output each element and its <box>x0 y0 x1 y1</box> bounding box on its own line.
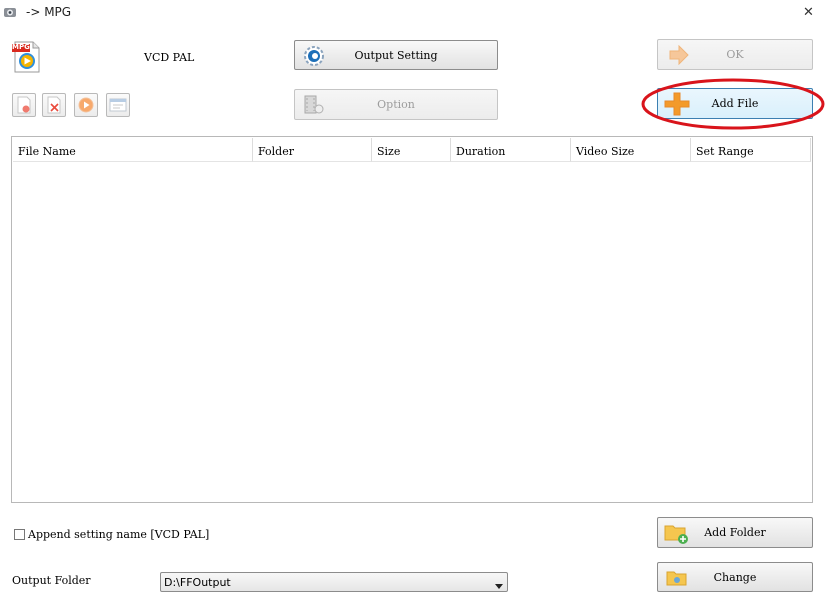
clear-list-icon <box>47 96 61 114</box>
window-title: -> MPG <box>26 5 72 19</box>
mpg-icon-text: MPG <box>12 43 30 51</box>
add-folder-button[interactable]: Add Folder <box>657 517 813 548</box>
column-size[interactable]: Size <box>372 138 451 162</box>
column-video-size[interactable]: Video Size <box>571 138 691 162</box>
column-folder[interactable]: Folder <box>253 138 372 162</box>
column-set-range[interactable]: Set Range <box>691 138 811 162</box>
arrow-right-icon <box>668 44 690 68</box>
option-label: Option <box>377 98 415 111</box>
remove-file-icon <box>17 96 31 114</box>
add-folder-icon <box>664 521 690 548</box>
close-icon[interactable]: ✕ <box>803 5 814 20</box>
output-folder-value: D:\FFOutput <box>164 576 231 589</box>
append-setting-checkbox[interactable] <box>14 529 25 540</box>
output-setting-button[interactable]: Output Setting <box>294 40 498 70</box>
file-list[interactable]: File Name Folder Size Duration Video Siz… <box>11 136 813 503</box>
output-setting-label: Output Setting <box>354 48 438 62</box>
output-folder-select[interactable]: D:\FFOutput <box>160 572 508 592</box>
format-label: VCD PAL <box>144 51 195 64</box>
change-button[interactable]: Change <box>657 562 813 592</box>
highlight-ellipse <box>640 77 825 134</box>
media-info-icon <box>109 98 127 112</box>
column-file-name[interactable]: File Name <box>13 138 253 162</box>
video-option-icon <box>303 94 325 119</box>
column-duration[interactable]: Duration <box>451 138 571 162</box>
file-list-header: File Name Folder Size Duration Video Siz… <box>13 138 811 162</box>
settings-icon <box>303 45 325 67</box>
ok-button[interactable]: OK <box>657 39 813 70</box>
folder-icon <box>666 568 688 591</box>
option-button[interactable]: Option <box>294 89 498 120</box>
append-setting-label: Append setting name [VCD PAL] <box>28 528 210 541</box>
clear-list-button[interactable] <box>42 93 66 117</box>
remove-file-button[interactable] <box>12 93 36 117</box>
app-icon <box>3 6 17 19</box>
play-icon <box>78 97 94 113</box>
output-folder-label: Output Folder <box>12 574 91 587</box>
media-info-button[interactable] <box>106 93 130 117</box>
chevron-down-icon <box>495 579 503 592</box>
play-button[interactable] <box>74 93 98 117</box>
